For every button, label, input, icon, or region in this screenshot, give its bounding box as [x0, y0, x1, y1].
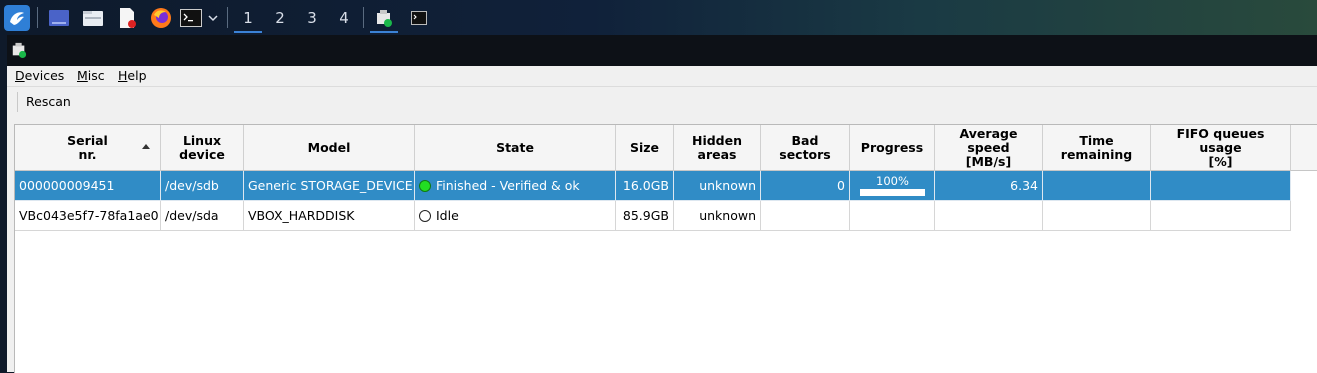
progress-fill — [860, 189, 925, 196]
state-indicator-icon — [419, 180, 431, 192]
cell-model: Generic STORAGE_DEVICE — [244, 171, 415, 201]
column-header-label: Model — [307, 139, 351, 155]
state-text: Finished - Verified & ok — [436, 178, 580, 193]
cell-size: 16.0GB — [616, 171, 674, 201]
taskbar: 1 2 3 4 — [0, 0, 1317, 35]
menu-misc-mnemonic: M — [77, 68, 88, 83]
workspace-2[interactable]: 2 — [265, 0, 295, 35]
column-header-fifo-usage[interactable]: FIFO queues usage [%] — [1151, 125, 1291, 171]
state-text: Idle — [436, 208, 459, 223]
terminal-window-icon — [411, 10, 427, 25]
text-editor-icon[interactable] — [113, 0, 141, 35]
app-icon — [12, 42, 27, 58]
workspace-2-label: 2 — [275, 8, 285, 27]
column-header-label: FIFO queues usage [%] — [1176, 125, 1265, 169]
column-header-bad-sectors[interactable]: Bad sectors — [761, 125, 850, 171]
cell-serial: VBc043e5f7-78fa1ae0 — [15, 201, 161, 231]
column-header-device[interactable]: Linux device — [161, 125, 244, 171]
cell-serial: 000000009451 — [15, 171, 161, 201]
workspace-1[interactable]: 1 — [233, 0, 263, 35]
column-header-avg-speed[interactable]: Average speed [MB/s] — [935, 125, 1043, 171]
column-header-state[interactable]: State — [415, 125, 616, 171]
cell-device: /dev/sda — [161, 201, 244, 231]
cell-avg-speed: 6.34 — [935, 171, 1043, 201]
desktop-icon[interactable] — [45, 0, 73, 35]
cell-bad-sectors: 0 — [761, 171, 850, 201]
cell-fifo-usage — [1151, 201, 1291, 231]
menu-devices-mnemonic: D — [15, 68, 25, 83]
app-window: Devices Misc Help Rescan Serial nr. Linux d… — [7, 35, 1317, 373]
cell-avg-speed — [935, 201, 1043, 231]
cell-state: Finished - Verified & ok — [415, 171, 616, 201]
rescan-button[interactable]: Rescan — [17, 92, 79, 112]
column-header-size[interactable]: Size — [616, 125, 674, 171]
column-header-label: Bad sectors — [779, 132, 831, 162]
menu-misc[interactable]: Misc — [77, 68, 105, 83]
menu-help[interactable]: Help — [118, 68, 147, 83]
workspace-1-label: 1 — [243, 8, 253, 27]
cell-time-remaining — [1043, 201, 1151, 231]
disk-app-icon — [377, 9, 392, 27]
column-header-progress[interactable]: Progress — [850, 125, 935, 171]
taskbar-window-terminal[interactable] — [405, 0, 433, 35]
cell-size: 85.9GB — [616, 201, 674, 231]
workspace-4-label: 4 — [339, 8, 349, 27]
column-header-serial[interactable]: Serial nr. — [15, 125, 161, 171]
column-header-model[interactable]: Model — [244, 125, 415, 171]
table-row[interactable]: 000000009451/dev/sdb Generic STORAGE_DEVI… — [15, 171, 1291, 201]
table-row[interactable]: VBc043e5f7-78fa1ae0/dev/sda VBOX_HARDDISK… — [15, 201, 1291, 231]
chevron-down-icon[interactable] — [205, 0, 221, 35]
workspace-4[interactable]: 4 — [329, 0, 359, 35]
toolbar: Rescan — [7, 87, 1317, 117]
cell-time-remaining — [1043, 171, 1151, 201]
cell-state: Idle — [415, 201, 616, 231]
column-header-hidden-areas[interactable]: Hidden areas — [674, 125, 761, 171]
workspace-3[interactable]: 3 — [297, 0, 327, 35]
cell-hidden-areas: unknown — [674, 171, 761, 201]
column-header-label: Size — [629, 139, 660, 155]
workspace-3-label: 3 — [307, 8, 317, 27]
cell-hidden-areas: unknown — [674, 201, 761, 231]
taskbar-window-disk-app[interactable] — [369, 0, 399, 35]
cell-progress: 100% — [850, 171, 935, 201]
cell-progress — [850, 201, 935, 231]
file-manager-icon[interactable] — [79, 0, 107, 35]
column-header-label: State — [496, 139, 534, 155]
column-header-label: Time remaining — [1060, 132, 1133, 162]
column-header-label: Average speed [MB/s] — [959, 125, 1018, 169]
progress-label: 100% — [876, 174, 909, 188]
column-header-filler — [1291, 125, 1317, 171]
cell-bad-sectors — [761, 201, 850, 231]
column-header-time-remaining[interactable]: Time remaining — [1043, 125, 1151, 171]
cell-fifo-usage — [1151, 171, 1291, 201]
device-table[interactable]: Serial nr. Linux device Model State Size Hidden… — [14, 124, 1317, 373]
progress-bar: 100% — [860, 174, 925, 196]
column-header-label: Linux device — [179, 132, 225, 162]
column-header-label: Progress — [860, 139, 924, 155]
window-titlebar — [7, 35, 1317, 66]
terminal-icon[interactable] — [178, 0, 204, 35]
menu-help-mnemonic: H — [118, 68, 128, 83]
menu-devices[interactable]: Devices — [15, 68, 64, 83]
column-header-label: Hidden areas — [691, 132, 743, 162]
firefox-icon[interactable] — [147, 0, 175, 35]
cell-device: /dev/sdb — [161, 171, 244, 201]
menubar: Devices Misc Help — [7, 66, 1317, 87]
state-indicator-icon — [419, 210, 431, 222]
cell-model: VBOX_HARDDISK — [244, 201, 415, 231]
sort-ascending-icon — [142, 144, 150, 149]
column-header-label: Serial nr. — [67, 132, 108, 162]
dragon-start-icon[interactable] — [2, 0, 32, 35]
